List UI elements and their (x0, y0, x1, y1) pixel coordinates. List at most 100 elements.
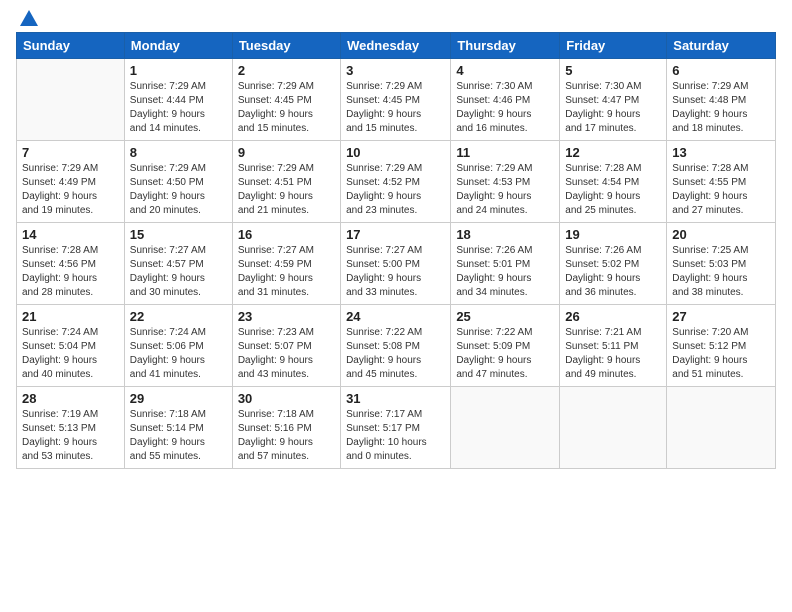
calendar-week-row-3: 14Sunrise: 7:28 AM Sunset: 4:56 PM Dayli… (17, 223, 776, 305)
calendar-cell: 1 Sunrise: 7:29 AM Sunset: 4:44 PM Daylig… (124, 59, 232, 141)
day-info: Sunrise: 7:29 AM Sunset: 4:50 PM Dayligh… (130, 162, 227, 218)
weekday-header-tuesday: Tuesday (232, 33, 340, 59)
day-info: Sunrise: 7:22 AM Sunset: 5:09 PM Dayligh… (456, 326, 554, 382)
day-number: 5 (565, 63, 661, 78)
page-header (16, 16, 776, 22)
day-number: 20 (672, 227, 770, 242)
day-number: 11 (456, 145, 554, 160)
calendar-cell: 30 Sunrise: 7:18 AM Sunset: 5:16 PM Dayli… (232, 387, 340, 469)
calendar-cell: 31 Sunrise: 7:17 AM Sunset: 5:17 PM Dayli… (341, 387, 451, 469)
calendar-week-row-2: 7 Sunrise: 7:29 AM Sunset: 4:49 PM Daylig… (17, 141, 776, 223)
day-number: 9 (238, 145, 335, 160)
calendar-cell: 6 Sunrise: 7:29 AM Sunset: 4:48 PM Daylig… (667, 59, 776, 141)
day-info: Sunrise: 7:19 AM Sunset: 5:13 PM Dayligh… (22, 408, 119, 464)
day-info: Sunrise: 7:24 AM Sunset: 5:06 PM Dayligh… (130, 326, 227, 382)
day-info: Sunrise: 7:18 AM Sunset: 5:16 PM Dayligh… (238, 408, 335, 464)
day-number: 14 (22, 227, 119, 242)
day-number: 18 (456, 227, 554, 242)
calendar-cell: 24Sunrise: 7:22 AM Sunset: 5:08 PM Dayli… (341, 305, 451, 387)
day-info: Sunrise: 7:29 AM Sunset: 4:52 PM Dayligh… (346, 162, 445, 218)
day-info: Sunrise: 7:27 AM Sunset: 4:57 PM Dayligh… (130, 244, 227, 300)
weekday-header-monday: Monday (124, 33, 232, 59)
day-number: 2 (238, 63, 335, 78)
day-number: 19 (565, 227, 661, 242)
calendar-cell: 14Sunrise: 7:28 AM Sunset: 4:56 PM Dayli… (17, 223, 125, 305)
weekday-header-saturday: Saturday (667, 33, 776, 59)
day-number: 3 (346, 63, 445, 78)
calendar-cell: 4 Sunrise: 7:30 AM Sunset: 4:46 PM Daylig… (451, 59, 560, 141)
day-info: Sunrise: 7:29 AM Sunset: 4:45 PM Dayligh… (238, 80, 335, 136)
calendar-table: SundayMondayTuesdayWednesdayThursdayFrid… (16, 32, 776, 469)
day-info: Sunrise: 7:21 AM Sunset: 5:11 PM Dayligh… (565, 326, 661, 382)
day-number: 15 (130, 227, 227, 242)
day-number: 30 (238, 391, 335, 406)
day-number: 29 (130, 391, 227, 406)
calendar-cell: 21 Sunrise: 7:24 AM Sunset: 5:04 PM Dayli… (17, 305, 125, 387)
weekday-header-wednesday: Wednesday (341, 33, 451, 59)
calendar-cell: 20 Sunrise: 7:25 AM Sunset: 5:03 PM Dayli… (667, 223, 776, 305)
calendar-cell: 27Sunrise: 7:20 AM Sunset: 5:12 PM Dayli… (667, 305, 776, 387)
day-number: 6 (672, 63, 770, 78)
weekday-header-friday: Friday (560, 33, 667, 59)
calendar-cell: 25 Sunrise: 7:22 AM Sunset: 5:09 PM Dayli… (451, 305, 560, 387)
day-info: Sunrise: 7:24 AM Sunset: 5:04 PM Dayligh… (22, 326, 119, 382)
day-info: Sunrise: 7:25 AM Sunset: 5:03 PM Dayligh… (672, 244, 770, 300)
calendar-cell: 18 Sunrise: 7:26 AM Sunset: 5:01 PM Dayli… (451, 223, 560, 305)
calendar-cell: 19 Sunrise: 7:26 AM Sunset: 5:02 PM Dayli… (560, 223, 667, 305)
calendar-cell: 11 Sunrise: 7:29 AM Sunset: 4:53 PM Dayli… (451, 141, 560, 223)
calendar-cell: 29 Sunrise: 7:18 AM Sunset: 5:14 PM Dayli… (124, 387, 232, 469)
calendar-cell (451, 387, 560, 469)
day-number: 4 (456, 63, 554, 78)
day-number: 25 (456, 309, 554, 324)
day-info: Sunrise: 7:23 AM Sunset: 5:07 PM Dayligh… (238, 326, 335, 382)
day-info: Sunrise: 7:30 AM Sunset: 4:46 PM Dayligh… (456, 80, 554, 136)
day-info: Sunrise: 7:27 AM Sunset: 5:00 PM Dayligh… (346, 244, 445, 300)
day-number: 13 (672, 145, 770, 160)
day-number: 24 (346, 309, 445, 324)
day-number: 8 (130, 145, 227, 160)
day-info: Sunrise: 7:27 AM Sunset: 4:59 PM Dayligh… (238, 244, 335, 300)
day-info: Sunrise: 7:29 AM Sunset: 4:49 PM Dayligh… (22, 162, 119, 218)
day-number: 17 (346, 227, 445, 242)
weekday-header-thursday: Thursday (451, 33, 560, 59)
day-number: 16 (238, 227, 335, 242)
day-info: Sunrise: 7:29 AM Sunset: 4:53 PM Dayligh… (456, 162, 554, 218)
calendar-cell: 13 Sunrise: 7:28 AM Sunset: 4:55 PM Dayli… (667, 141, 776, 223)
day-info: Sunrise: 7:26 AM Sunset: 5:02 PM Dayligh… (565, 244, 661, 300)
day-number: 23 (238, 309, 335, 324)
calendar-cell (667, 387, 776, 469)
calendar-cell: 26 Sunrise: 7:21 AM Sunset: 5:11 PM Dayli… (560, 305, 667, 387)
day-info: Sunrise: 7:18 AM Sunset: 5:14 PM Dayligh… (130, 408, 227, 464)
logo (16, 16, 40, 22)
calendar-cell: 23 Sunrise: 7:23 AM Sunset: 5:07 PM Dayli… (232, 305, 340, 387)
day-number: 7 (22, 145, 119, 160)
day-number: 31 (346, 391, 445, 406)
calendar-cell: 7 Sunrise: 7:29 AM Sunset: 4:49 PM Daylig… (17, 141, 125, 223)
day-info: Sunrise: 7:26 AM Sunset: 5:01 PM Dayligh… (456, 244, 554, 300)
calendar-cell: 5Sunrise: 7:30 AM Sunset: 4:47 PM Daylig… (560, 59, 667, 141)
day-number: 10 (346, 145, 445, 160)
day-number: 27 (672, 309, 770, 324)
day-info: Sunrise: 7:28 AM Sunset: 4:55 PM Dayligh… (672, 162, 770, 218)
day-number: 26 (565, 309, 661, 324)
calendar-cell: 2 Sunrise: 7:29 AM Sunset: 4:45 PM Daylig… (232, 59, 340, 141)
calendar-week-row-5: 28Sunrise: 7:19 AM Sunset: 5:13 PM Dayli… (17, 387, 776, 469)
day-info: Sunrise: 7:28 AM Sunset: 4:54 PM Dayligh… (565, 162, 661, 218)
calendar-page: SundayMondayTuesdayWednesdayThursdayFrid… (0, 0, 792, 612)
calendar-cell (560, 387, 667, 469)
day-info: Sunrise: 7:29 AM Sunset: 4:51 PM Dayligh… (238, 162, 335, 218)
day-number: 21 (22, 309, 119, 324)
calendar-cell: 9 Sunrise: 7:29 AM Sunset: 4:51 PM Daylig… (232, 141, 340, 223)
calendar-cell: 16 Sunrise: 7:27 AM Sunset: 4:59 PM Dayli… (232, 223, 340, 305)
calendar-cell: 17 Sunrise: 7:27 AM Sunset: 5:00 PM Dayli… (341, 223, 451, 305)
calendar-cell: 12Sunrise: 7:28 AM Sunset: 4:54 PM Dayli… (560, 141, 667, 223)
day-info: Sunrise: 7:29 AM Sunset: 4:48 PM Dayligh… (672, 80, 770, 136)
day-info: Sunrise: 7:29 AM Sunset: 4:45 PM Dayligh… (346, 80, 445, 136)
calendar-cell: 10 Sunrise: 7:29 AM Sunset: 4:52 PM Dayli… (341, 141, 451, 223)
day-number: 1 (130, 63, 227, 78)
day-info: Sunrise: 7:29 AM Sunset: 4:44 PM Dayligh… (130, 80, 227, 136)
day-info: Sunrise: 7:17 AM Sunset: 5:17 PM Dayligh… (346, 408, 445, 464)
calendar-cell: 8 Sunrise: 7:29 AM Sunset: 4:50 PM Daylig… (124, 141, 232, 223)
calendar-week-row-1: 1 Sunrise: 7:29 AM Sunset: 4:44 PM Daylig… (17, 59, 776, 141)
weekday-header-row: SundayMondayTuesdayWednesdayThursdayFrid… (17, 33, 776, 59)
